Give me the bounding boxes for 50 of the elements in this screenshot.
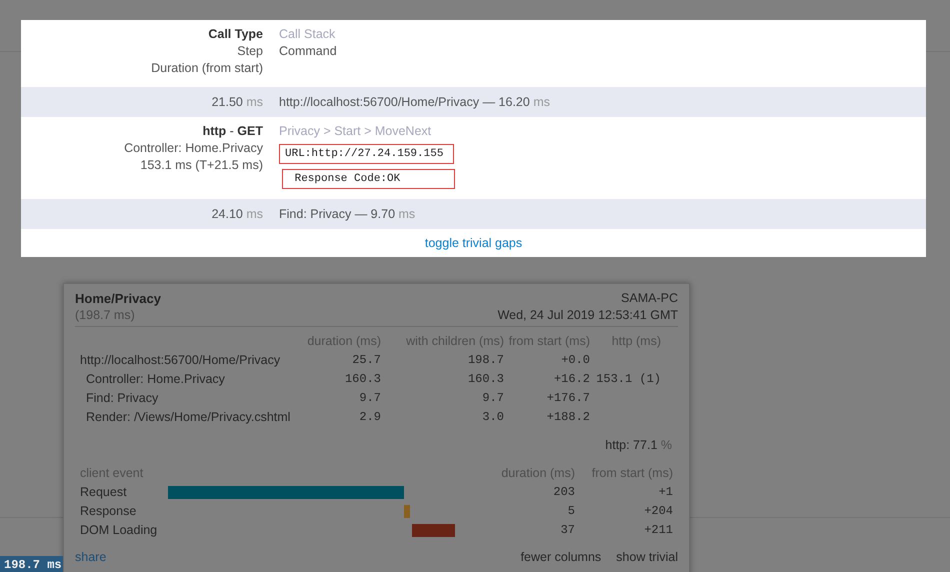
- table-cell: 160.3: [344, 372, 381, 386]
- call-stack-heading: Call Stack: [279, 26, 336, 43]
- toggle-trivial-gaps-link[interactable]: toggle trivial gaps: [424, 236, 522, 250]
- table-cell: +188.2: [546, 410, 590, 424]
- http-share: http: 77.1 %: [605, 437, 672, 454]
- command-text: Response Code:OK: [282, 169, 455, 189]
- table-cell: +176.7: [546, 391, 590, 405]
- machine-name: SAMA-PC: [621, 290, 678, 307]
- timing-name[interactable]: Find: Privacy: [86, 391, 158, 405]
- result-badge[interactable]: 198.7 ms: [0, 556, 63, 572]
- fewer-columns-link[interactable]: fewer columns: [520, 549, 602, 566]
- timestamp: Wed, 24 Jul 2019 12:53:41 GMT: [498, 307, 678, 324]
- timing-name[interactable]: http://localhost:56700/Home/Privacy: [80, 353, 280, 367]
- table-cell: 9.7: [482, 391, 504, 405]
- table-cell: +204: [644, 504, 673, 518]
- call-step: Controller: Home.Privacy: [124, 140, 263, 157]
- table-cell: 3.0: [482, 410, 504, 424]
- call-duration: 153.1 ms (T+21.5 ms): [140, 157, 263, 174]
- table-cell: 9.7: [359, 391, 381, 405]
- table-cell: +1: [658, 485, 673, 499]
- header-label: Call Type: [208, 26, 263, 43]
- table-cell: 153.1 (1): [596, 372, 661, 386]
- table-cell: 198.7: [468, 353, 504, 367]
- timing-name[interactable]: Render: /Views/Home/Privacy.cshtml: [86, 410, 290, 424]
- page-title: Home/Privacy: [75, 290, 161, 307]
- gap-duration: 24.10 ms: [212, 206, 263, 222]
- event-name: Response: [80, 504, 136, 518]
- event-name: DOM Loading: [80, 523, 158, 537]
- call-stack: Privacy > Start > MoveNext: [279, 123, 432, 140]
- table-cell: 2.9: [359, 410, 381, 424]
- header-label: Step: [237, 43, 263, 60]
- table-cell: 160.3: [468, 372, 504, 386]
- header-label: Duration (from start): [151, 60, 263, 77]
- gap-description: http://localhost:56700/Home/Privacy — 16.20 ms: [279, 94, 550, 110]
- event-name: Request: [80, 485, 127, 499]
- table-cell: 37: [560, 523, 575, 537]
- gap-description: Find: Privacy — 9.70 ms: [279, 206, 416, 222]
- gap-duration: 21.50 ms: [212, 94, 263, 110]
- table-cell: +0.0: [561, 353, 590, 367]
- timing-name[interactable]: Controller: Home.Privacy: [86, 372, 225, 386]
- table-cell: 203: [553, 485, 575, 499]
- share-link[interactable]: share: [75, 549, 106, 566]
- call-type: http - GET: [202, 123, 263, 140]
- command-text: URL:http://27.24.159.155: [279, 144, 454, 164]
- command-heading: Command: [279, 43, 337, 60]
- table-cell: +16.2: [554, 372, 590, 386]
- table-cell: 25.7: [352, 353, 381, 367]
- table-cell: +211: [644, 523, 673, 537]
- show-trivial-link[interactable]: show trivial: [616, 549, 678, 566]
- table-cell: 5: [568, 504, 575, 518]
